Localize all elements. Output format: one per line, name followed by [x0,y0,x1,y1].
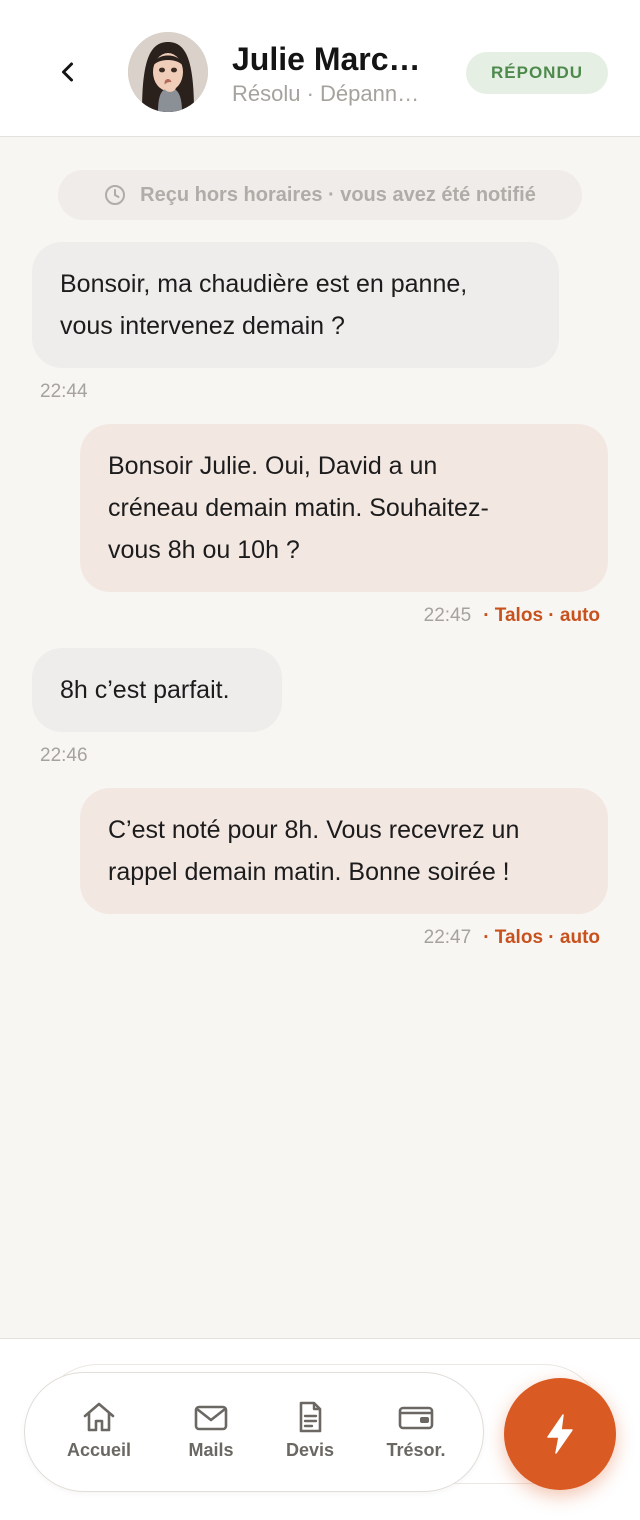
message-line: Bonsoir, ma chaudière est en panne, [60,270,468,298]
message-line: créneau demain matin. Souhaitez- [108,494,489,522]
after-hours-notice: Reçu hors horaires · vous avez été notif… [58,170,582,220]
message-time: 22:46 [40,745,88,766]
nav-label: Mails [188,1440,234,1460]
mail-icon [194,1405,228,1431]
contact-name: Julie Marc… [232,41,421,77]
message-line: rappel demain matin. Bonne soirée ! [108,858,510,886]
conversation-header: Julie Marc… Résolu · Dépann… RÉPONDU [0,0,640,137]
message-bubble-outgoing[interactable]: Bonsoir Julie. Oui, David a un créneau d… [80,424,608,592]
message-meta: 22:47 · Talos · auto [424,926,600,950]
message-time: 22:45 [423,605,472,626]
message-line: vous intervenez demain ? [60,312,345,340]
home-icon [83,1402,115,1432]
message-bubble-incoming[interactable]: 8h c’est parfait. [32,648,282,732]
nav-item-mails[interactable]: Mails [180,1400,242,1461]
avatar[interactable] [128,32,208,112]
conversation-subtitle: Résolu · Dépann… [232,81,420,106]
document-icon [299,1401,322,1433]
nav-label: Trésor. [386,1440,446,1460]
message-line: vous 8h ou 10h ? [108,536,300,564]
auto-reply-tag: · Talos · auto [483,927,600,948]
message-line: Bonsoir Julie. Oui, David a un [108,452,438,480]
nav-label: Devis [285,1440,335,1460]
message-bubble-incoming[interactable]: Bonsoir, ma chaudière est en panne, vous… [32,242,559,368]
message-time: 22:47 [423,927,472,948]
notice-text: Reçu hors horaires · vous avez été notif… [140,183,536,206]
status-badge: RÉPONDU [466,52,608,94]
message-line: 8h c’est parfait. [60,676,230,704]
lightning-icon [547,1414,573,1454]
nav-item-devis[interactable]: Devis [280,1400,340,1461]
message-meta: 22:45 · Talos · auto [424,604,600,628]
clock-icon [105,185,126,205]
nav-label: Accueil [66,1440,132,1460]
back-button[interactable] [44,48,92,96]
message-time: 22:44 [40,381,88,402]
auto-reply-tag: · Talos · auto [483,605,600,626]
message-bubble-outgoing[interactable]: C’est noté pour 8h. Vous recevrez un rap… [80,788,608,914]
nav-item-tresorerie[interactable]: Trésor. [382,1400,450,1461]
quick-action-button[interactable] [504,1378,616,1490]
contact-portrait [128,32,208,112]
conversation-screen: Julie Marc… Résolu · Dépann… RÉPONDU Reç… [0,0,640,1520]
wallet-icon [398,1406,434,1430]
nav-item-accueil[interactable]: Accueil [64,1400,134,1461]
chevron-left-icon [62,62,73,82]
message-line: C’est noté pour 8h. Vous recevrez un [108,816,520,844]
